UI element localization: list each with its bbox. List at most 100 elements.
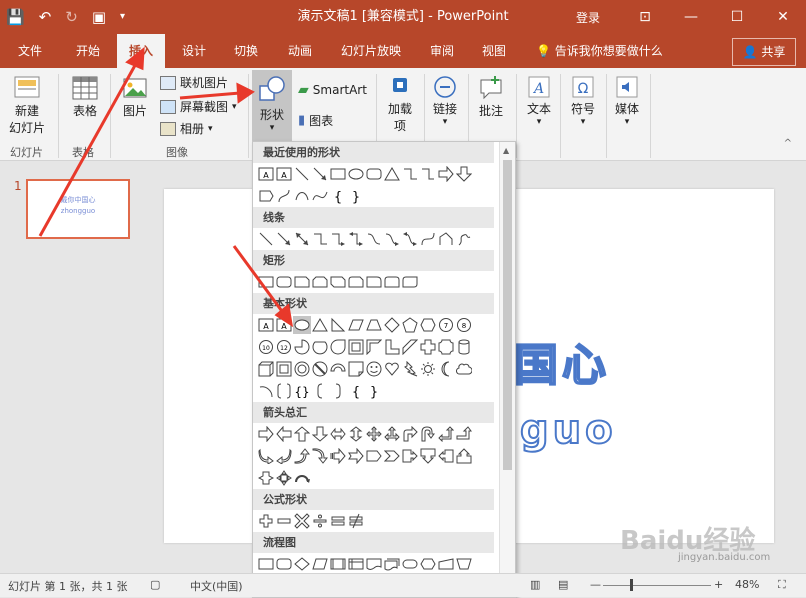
elbow-arrow-icon[interactable] [419,165,437,183]
media-button[interactable]: 媒体 ▾ [610,74,644,127]
minus-icon[interactable] [275,512,293,530]
sun-icon[interactable] [419,360,437,378]
zoom-in-icon[interactable]: + [714,578,723,591]
quad-arrow-callout-icon[interactable] [275,469,293,487]
wave-line-icon[interactable] [311,187,329,205]
slide-thumbnail[interactable]: 戴你中国心 zhongguo [26,179,130,239]
l-shape-icon[interactable] [383,338,401,356]
octagon-icon[interactable]: 8 [455,316,473,334]
text-box-icon[interactable]: A [257,165,275,183]
vertical-text-box-icon[interactable]: A [275,316,293,334]
left-right-up-arrow-icon[interactable] [383,425,401,443]
chart-button[interactable]: ▮ 图表 [298,112,333,129]
tab-review[interactable]: 审阅 [430,34,454,68]
notched-right-arrow-icon[interactable] [347,447,365,465]
curved-arrow-icon[interactable] [383,230,401,248]
flowchart-manual-input-icon[interactable] [437,555,455,573]
folded-corner-icon[interactable] [347,360,365,378]
maximize-button[interactable]: ☐ [714,0,760,34]
flowchart-terminator-icon[interactable] [401,555,419,573]
picture-button[interactable]: 图片 [118,74,152,119]
left-bracket-icon[interactable] [311,382,329,400]
tab-transitions[interactable]: 切换 [234,34,258,68]
down-arrow-icon[interactable] [311,425,329,443]
vertical-text-box-icon[interactable]: A [275,165,293,183]
language-indicator[interactable]: 中文(中国) [190,578,243,594]
right-arrow-icon[interactable] [437,165,455,183]
right-brace-icon[interactable]: } [365,382,383,400]
curved-up-arrow-icon[interactable] [293,447,311,465]
left-right-arrow-icon[interactable] [329,425,347,443]
snip-diagonal-rectangle-icon[interactable] [329,273,347,291]
cross-icon[interactable] [419,338,437,356]
spellcheck-icon[interactable]: ▢ [150,578,160,591]
screenshot-button[interactable]: 屏幕截图 ▾ [160,98,237,115]
slide-subtitle-text[interactable]: guo [519,406,617,454]
snip-corner-rectangle-icon[interactable] [293,273,311,291]
cube-icon[interactable] [257,360,275,378]
scrollbar-thumb[interactable] [503,160,512,470]
left-up-arrow-icon[interactable] [437,425,455,443]
round-diagonal-rectangle-icon[interactable] [401,273,419,291]
arrow-line-icon[interactable] [311,165,329,183]
flowchart-process-icon[interactable] [257,555,275,573]
flowchart-manual-operation-icon[interactable] [455,555,473,573]
plus-icon[interactable] [257,512,275,530]
double-brace-icon[interactable]: {} [293,382,311,400]
trapezoid-icon[interactable] [365,316,383,334]
circular-arrow-icon[interactable] [293,469,311,487]
text-button[interactable]: A 文本 ▾ [522,74,556,127]
tab-animations[interactable]: 动画 [288,34,312,68]
double-bracket-icon[interactable] [275,382,293,400]
slide-title-text[interactable]: 国心 [513,329,610,393]
left-brace-icon[interactable]: { [347,382,365,400]
cloud-icon[interactable] [455,360,473,378]
pie-icon[interactable] [293,338,311,356]
flowchart-decision-icon[interactable] [293,555,311,573]
tab-view[interactable]: 视图 [482,34,506,68]
arc-icon[interactable] [293,187,311,205]
chevron-icon[interactable] [383,447,401,465]
link-button[interactable]: 链接 ▾ [428,74,462,127]
lightning-bolt-icon[interactable] [401,360,419,378]
bevel-icon[interactable] [275,360,293,378]
curve-icon[interactable] [419,230,437,248]
up-arrow-icon[interactable] [293,425,311,443]
multiply-icon[interactable] [293,512,311,530]
oval-icon[interactable] [347,165,365,183]
not-equal-icon[interactable] [347,512,365,530]
right-triangle-icon[interactable] [329,316,347,334]
slideshow-view-icon[interactable]: ▤ [558,578,568,591]
heptagon-icon[interactable]: 7 [437,316,455,334]
tab-insert[interactable]: 插入 [117,34,165,68]
parallelogram-icon[interactable] [347,316,365,334]
rectangle-icon[interactable] [257,273,275,291]
minimize-button[interactable]: — [668,0,714,34]
line-icon[interactable] [257,230,275,248]
zoom-slider[interactable] [603,585,711,586]
rectangle-icon[interactable] [329,165,347,183]
double-arrow-line-icon[interactable] [293,230,311,248]
freeform-icon[interactable] [437,230,455,248]
rounded-rectangle-icon[interactable] [275,273,293,291]
tell-me-box[interactable]: 💡 告诉我你想要做什么 [536,34,663,68]
snip-same-side-rectangle-icon[interactable] [311,273,329,291]
arc-icon[interactable] [257,382,275,400]
album-button[interactable]: 相册 ▾ [160,120,213,137]
table-button[interactable]: 表格 [68,74,102,119]
flowchart-multidocument-icon[interactable] [383,555,401,573]
bent-arrow-icon[interactable] [401,425,419,443]
right-arrow-icon[interactable] [257,425,275,443]
up-arrow-callout-icon[interactable] [455,447,473,465]
divide-icon[interactable] [311,512,329,530]
comment-button[interactable]: 批注 [474,74,508,119]
flowchart-internal-storage-icon[interactable] [347,555,365,573]
collapse-ribbon-icon[interactable]: ^ [784,138,792,149]
elbow-arrow-icon[interactable] [329,230,347,248]
teardrop-icon[interactable] [329,338,347,356]
arrow-line-icon[interactable] [275,230,293,248]
close-button[interactable]: ✕ [760,0,806,34]
flowchart-predefined-process-icon[interactable] [329,555,347,573]
ribbon-display-icon[interactable]: ⊡ [622,0,668,34]
down-arrow-callout-icon[interactable] [419,447,437,465]
